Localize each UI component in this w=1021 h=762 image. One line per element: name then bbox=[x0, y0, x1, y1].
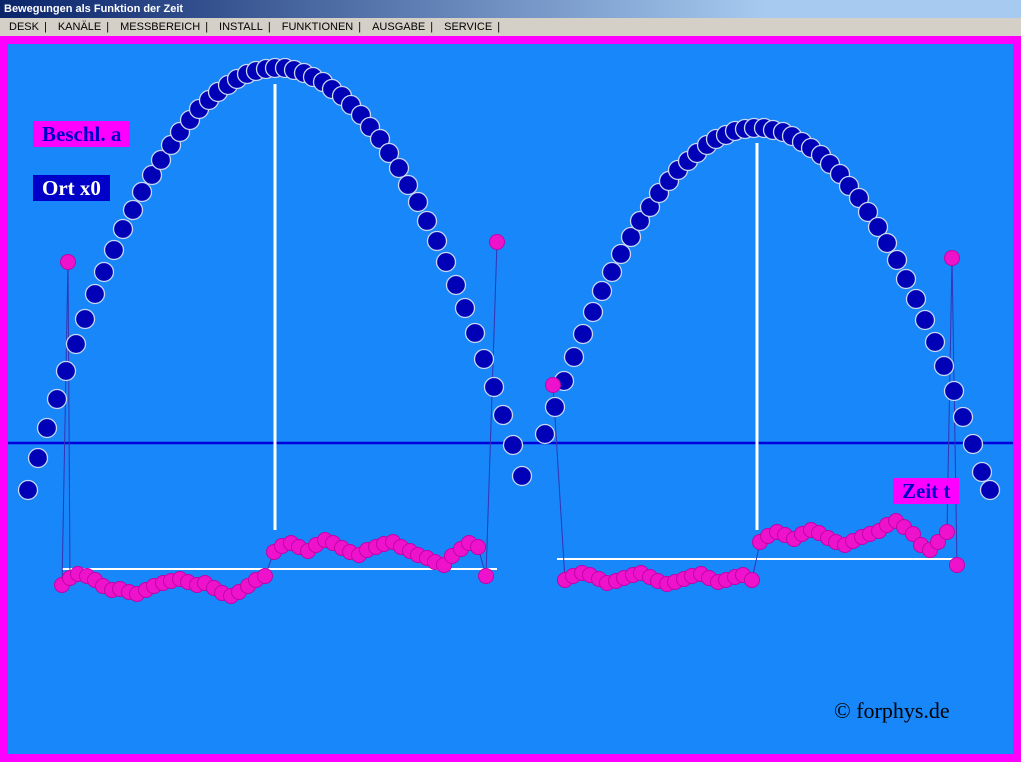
position-point bbox=[878, 234, 897, 253]
position-point bbox=[57, 362, 76, 381]
menu-item-funktionen[interactable]: FUNKTIONEN bbox=[280, 20, 356, 34]
position-point bbox=[907, 290, 926, 309]
position-series bbox=[19, 59, 1000, 500]
accel-point bbox=[940, 525, 955, 540]
position-point bbox=[105, 241, 124, 260]
position-point bbox=[485, 378, 504, 397]
menu-item-ausgabe[interactable]: AUSGABE bbox=[370, 20, 427, 34]
menu-separator: | bbox=[268, 21, 271, 33]
position-point bbox=[399, 176, 418, 195]
position-point bbox=[926, 333, 945, 352]
position-point bbox=[964, 435, 983, 454]
accel-point bbox=[258, 569, 273, 584]
position-point bbox=[954, 408, 973, 427]
accel-point bbox=[61, 255, 76, 270]
accel-point bbox=[490, 235, 505, 250]
accel-point bbox=[546, 378, 561, 393]
window-title: Bewegungen als Funktion der Zeit bbox=[4, 3, 183, 15]
watermark: © forphys.de bbox=[834, 698, 950, 724]
menu-separator: | bbox=[430, 21, 433, 33]
position-point bbox=[409, 193, 428, 212]
position-point bbox=[897, 270, 916, 289]
chart-canvas bbox=[8, 44, 1013, 754]
position-point bbox=[603, 263, 622, 282]
position-point bbox=[536, 425, 555, 444]
menu-bar: DESK|KANÄLE|MESSBEREICH|INSTALL|FUNKTION… bbox=[0, 18, 1021, 36]
menu-item-kanäle[interactable]: KANÄLE bbox=[56, 20, 103, 34]
position-point bbox=[95, 263, 114, 282]
position-point bbox=[565, 348, 584, 367]
position-point bbox=[888, 251, 907, 270]
position-point bbox=[456, 299, 475, 318]
position-point bbox=[38, 419, 57, 438]
position-point bbox=[124, 201, 143, 220]
position-point bbox=[466, 324, 485, 343]
window-titlebar: Bewegungen als Funktion der Zeit bbox=[0, 0, 1021, 18]
menu-separator: | bbox=[44, 21, 47, 33]
position-point bbox=[86, 285, 105, 304]
plot-area: Beschl. a Ort x0 Zeit t © forphys.de bbox=[8, 44, 1013, 754]
menu-item-install[interactable]: INSTALL bbox=[217, 20, 265, 34]
accel-point bbox=[471, 540, 486, 555]
position-point bbox=[916, 311, 935, 330]
position-point bbox=[935, 357, 954, 376]
position-point bbox=[437, 253, 456, 272]
position-point bbox=[504, 436, 523, 455]
time-axis-label: Zeit t bbox=[893, 478, 959, 504]
position-point bbox=[48, 390, 67, 409]
accel-point bbox=[745, 573, 760, 588]
position-series-label: Ort x0 bbox=[33, 175, 110, 201]
position-point bbox=[584, 303, 603, 322]
position-point bbox=[428, 232, 447, 251]
position-point bbox=[67, 335, 86, 354]
position-point bbox=[612, 245, 631, 264]
position-point bbox=[447, 276, 466, 295]
position-point bbox=[513, 467, 532, 486]
menu-separator: | bbox=[497, 21, 500, 33]
accel-series-line bbox=[553, 258, 957, 584]
position-point bbox=[19, 481, 38, 500]
position-point bbox=[494, 406, 513, 425]
position-point bbox=[973, 463, 992, 482]
position-point bbox=[29, 449, 48, 468]
menu-separator: | bbox=[205, 21, 208, 33]
menu-separator: | bbox=[358, 21, 361, 33]
position-point bbox=[133, 183, 152, 202]
accel-point bbox=[950, 558, 965, 573]
menu-separator: | bbox=[106, 21, 109, 33]
position-point bbox=[593, 282, 612, 301]
position-point bbox=[574, 325, 593, 344]
accel-point bbox=[945, 251, 960, 266]
position-point bbox=[390, 159, 409, 178]
menu-item-messbereich[interactable]: MESSBEREICH bbox=[118, 20, 202, 34]
menu-item-desk[interactable]: DESK bbox=[7, 20, 41, 34]
position-point bbox=[475, 350, 494, 369]
position-point bbox=[945, 382, 964, 401]
position-point bbox=[418, 212, 437, 231]
position-point bbox=[76, 310, 95, 329]
position-point bbox=[114, 220, 133, 239]
menu-item-service[interactable]: SERVICE bbox=[442, 20, 494, 34]
accel-series-label: Beschl. a bbox=[33, 121, 130, 147]
accel-point bbox=[479, 569, 494, 584]
position-point bbox=[981, 481, 1000, 500]
position-point bbox=[546, 398, 565, 417]
